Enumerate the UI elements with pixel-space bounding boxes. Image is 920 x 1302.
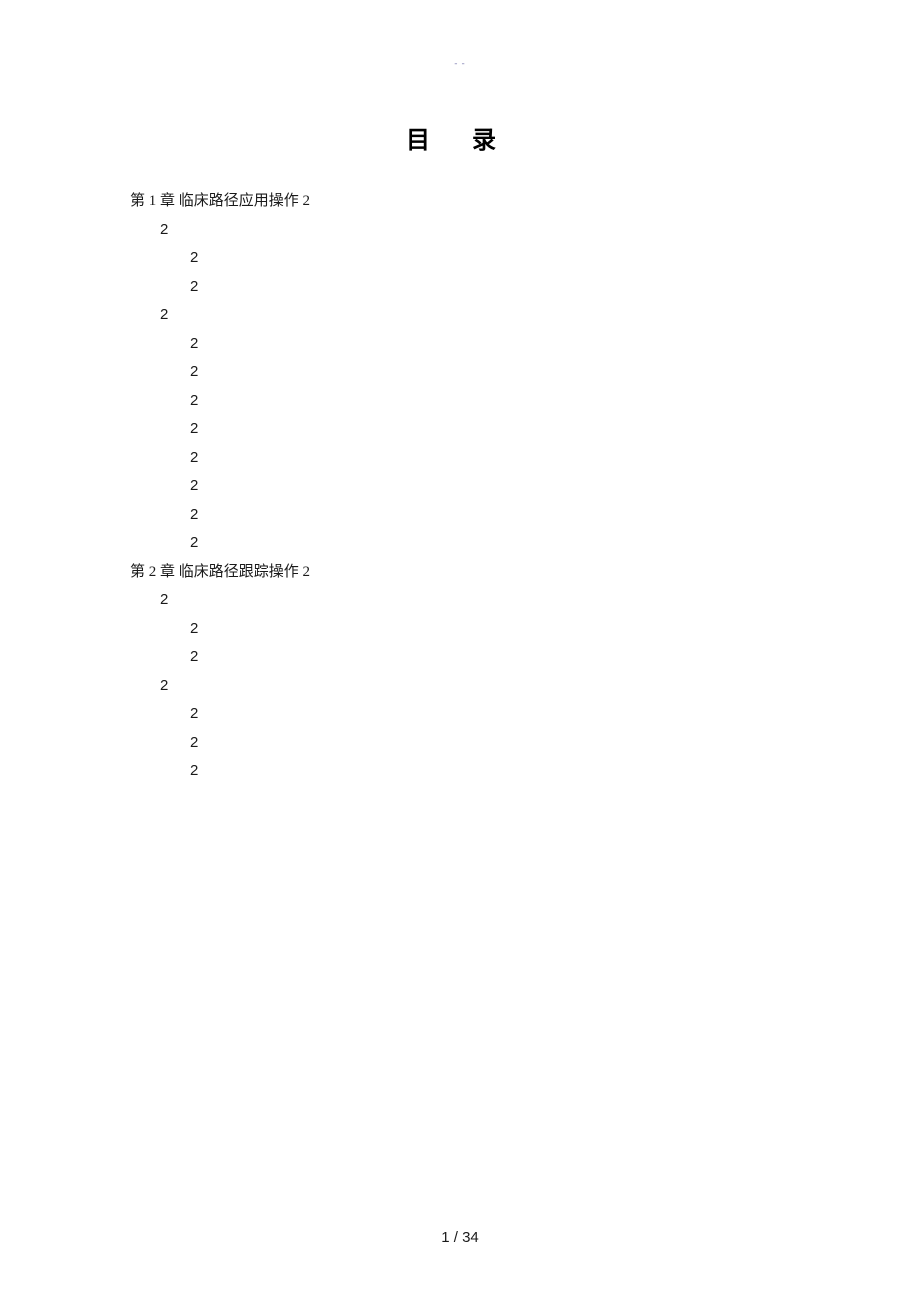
toc-item: 2 (190, 700, 790, 729)
toc-item: 2 (190, 643, 790, 672)
toc-item: 2 (160, 301, 790, 330)
toc-item: 2 (190, 472, 790, 501)
toc-item: 2 (160, 216, 790, 245)
toc-item: 2 (190, 757, 790, 786)
toc-item: 2 (190, 330, 790, 359)
toc-item: 2 (190, 615, 790, 644)
toc-item: 2 (160, 672, 790, 701)
toc-chapter-2-label: 第 2 章 临床路径跟踪操作 2 (130, 564, 310, 580)
toc-chapter-1: 第 1 章 临床路径应用操作 2 (130, 187, 790, 216)
toc-chapter-1-label: 第 1 章 临床路径应用操作 2 (130, 193, 310, 209)
toc-item: 2 (190, 273, 790, 302)
toc-item: 2 (190, 729, 790, 758)
table-of-contents: 第 1 章 临床路径应用操作 2 2 2 2 2 2 2 2 2 2 2 2 2… (130, 187, 790, 786)
toc-item: 2 (190, 244, 790, 273)
toc-item: 2 (190, 387, 790, 416)
header-mark: - - (130, 58, 790, 68)
toc-item: 2 (160, 586, 790, 615)
toc-item: 2 (190, 444, 790, 473)
toc-title: 目 录 (130, 120, 790, 155)
toc-chapter-2: 第 2 章 临床路径跟踪操作 2 (130, 558, 790, 587)
toc-item: 2 (190, 501, 790, 530)
document-page: - - 目 录 第 1 章 临床路径应用操作 2 2 2 2 2 2 2 2 2… (0, 0, 920, 786)
toc-item: 2 (190, 529, 790, 558)
toc-item: 2 (190, 415, 790, 444)
toc-item: 2 (190, 358, 790, 387)
page-number: 1 / 34 (0, 1229, 920, 1246)
